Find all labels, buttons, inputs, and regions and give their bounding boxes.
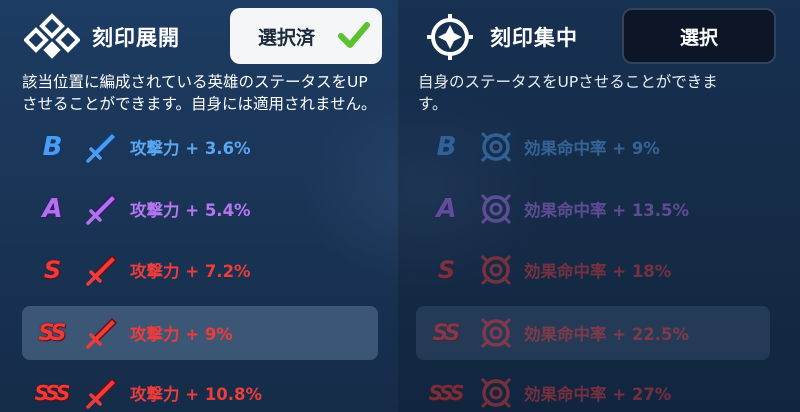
grade-badge: S bbox=[43, 256, 61, 284]
stat-label: 攻撃力 bbox=[130, 262, 180, 281]
grade-badge: SSS bbox=[34, 381, 71, 405]
stat-text: 効果命中率 + 22.5% bbox=[524, 321, 689, 345]
stat-row-b: B 効果命中率 + 9% bbox=[416, 120, 770, 174]
grade-badge: A bbox=[42, 194, 62, 224]
spread-diamonds-icon bbox=[24, 13, 80, 59]
grade-badge: B bbox=[436, 132, 457, 162]
panel-description: 自身のステータスをUPさせることができま す。 bbox=[418, 71, 788, 115]
panel-description: 該当位置に編成されている英雄のステータスをUP させることができます。自身には適… bbox=[22, 71, 392, 115]
panel-header: 刻印展開 選択済 bbox=[22, 8, 395, 64]
sword-icon bbox=[86, 317, 118, 349]
sword-icon bbox=[86, 377, 118, 409]
panel-title: 刻印集中 bbox=[490, 26, 578, 50]
description-line: させることができます。自身には適用されません。 bbox=[22, 95, 377, 113]
imprint-release-panel: 刻印展開 選択済 該当位置に編成されている英雄のステータスをUP させることがで… bbox=[0, 0, 395, 412]
stat-text: 攻撃力 + 5.4% bbox=[130, 197, 251, 221]
stat-row-s: S 効果命中率 + 18% bbox=[416, 243, 770, 297]
stat-value: + 7.2% bbox=[185, 262, 251, 281]
stat-row-s: S 攻撃力 + 7.2% bbox=[22, 243, 378, 297]
stat-value: + 3.6% bbox=[185, 139, 251, 158]
stat-text: 攻撃力 + 9% bbox=[130, 321, 233, 345]
stat-row-sss: SSS 攻撃力 + 10.8% bbox=[22, 366, 378, 412]
stat-label: 攻撃力 bbox=[130, 139, 180, 158]
target-icon bbox=[480, 131, 512, 163]
stat-value: + 18% bbox=[612, 262, 672, 281]
grade-badge: SS bbox=[432, 320, 461, 346]
sword-icon bbox=[86, 131, 118, 163]
button-label: 選択 bbox=[679, 26, 718, 49]
panel-header: 刻印集中 選択 bbox=[420, 8, 800, 64]
imprint-concentration-panel: 刻印集中 選択 自身のステータスをUPさせることができま す。 B 効果命中率 … bbox=[398, 0, 800, 412]
description-line: す。 bbox=[418, 95, 448, 113]
description-line: 自身のステータスをUPさせることができま bbox=[418, 73, 718, 91]
stat-text: 攻撃力 + 10.8% bbox=[130, 381, 262, 405]
stat-value: + 10.8% bbox=[185, 385, 263, 404]
target-icon bbox=[480, 193, 512, 225]
stat-row-sss: SSS 効果命中率 + 27% bbox=[416, 366, 770, 412]
stat-value: + 9% bbox=[185, 325, 233, 344]
sword-icon bbox=[86, 254, 118, 286]
stat-text: 効果命中率 + 13.5% bbox=[524, 197, 689, 221]
select-button[interactable]: 選択 bbox=[622, 8, 776, 64]
stat-label: 攻撃力 bbox=[130, 325, 180, 344]
grade-badge: S bbox=[437, 256, 455, 284]
panel-title: 刻印展開 bbox=[92, 26, 180, 50]
stat-text: 攻撃力 + 3.6% bbox=[130, 135, 251, 159]
stat-value: + 27% bbox=[612, 385, 672, 404]
stat-row-ss: SS 効果命中率 + 22.5% bbox=[416, 306, 770, 360]
stat-label: 効果命中率 bbox=[524, 201, 607, 220]
stat-row-a: A 効果命中率 + 13.5% bbox=[416, 182, 770, 236]
target-icon bbox=[480, 377, 512, 409]
stat-value: + 5.4% bbox=[185, 201, 251, 220]
stat-row-ss: SS 攻撃力 + 9% bbox=[22, 306, 378, 360]
crosshair-focus-icon bbox=[427, 14, 473, 60]
stat-label: 効果命中率 bbox=[524, 385, 607, 404]
stat-label: 効果命中率 bbox=[524, 325, 607, 344]
stat-label: 効果命中率 bbox=[524, 262, 607, 281]
check-icon bbox=[338, 22, 370, 48]
stat-value: + 13.5% bbox=[612, 201, 690, 220]
grade-badge: SSS bbox=[428, 381, 465, 405]
grade-badge: SS bbox=[38, 320, 67, 346]
selected-button[interactable]: 選択済 bbox=[230, 8, 382, 64]
stat-value: + 9% bbox=[612, 139, 660, 158]
target-icon bbox=[480, 317, 512, 349]
grade-badge: A bbox=[436, 194, 456, 224]
stat-label: 効果命中率 bbox=[524, 139, 607, 158]
stat-row-b: B 攻撃力 + 3.6% bbox=[22, 120, 378, 174]
stat-label: 攻撃力 bbox=[130, 385, 180, 404]
description-line: 該当位置に編成されている英雄のステータスをUP bbox=[22, 73, 368, 91]
target-icon bbox=[480, 254, 512, 286]
stat-label: 攻撃力 bbox=[130, 201, 180, 220]
stat-text: 攻撃力 + 7.2% bbox=[130, 258, 251, 282]
sword-icon bbox=[86, 193, 118, 225]
stat-text: 効果命中率 + 9% bbox=[524, 135, 660, 159]
stat-row-a: A 攻撃力 + 5.4% bbox=[22, 182, 378, 236]
stat-value: + 22.5% bbox=[612, 325, 690, 344]
stat-text: 効果命中率 + 18% bbox=[524, 258, 671, 282]
grade-badge: B bbox=[42, 132, 63, 162]
button-label: 選択済 bbox=[258, 26, 316, 49]
stat-text: 効果命中率 + 27% bbox=[524, 381, 671, 405]
